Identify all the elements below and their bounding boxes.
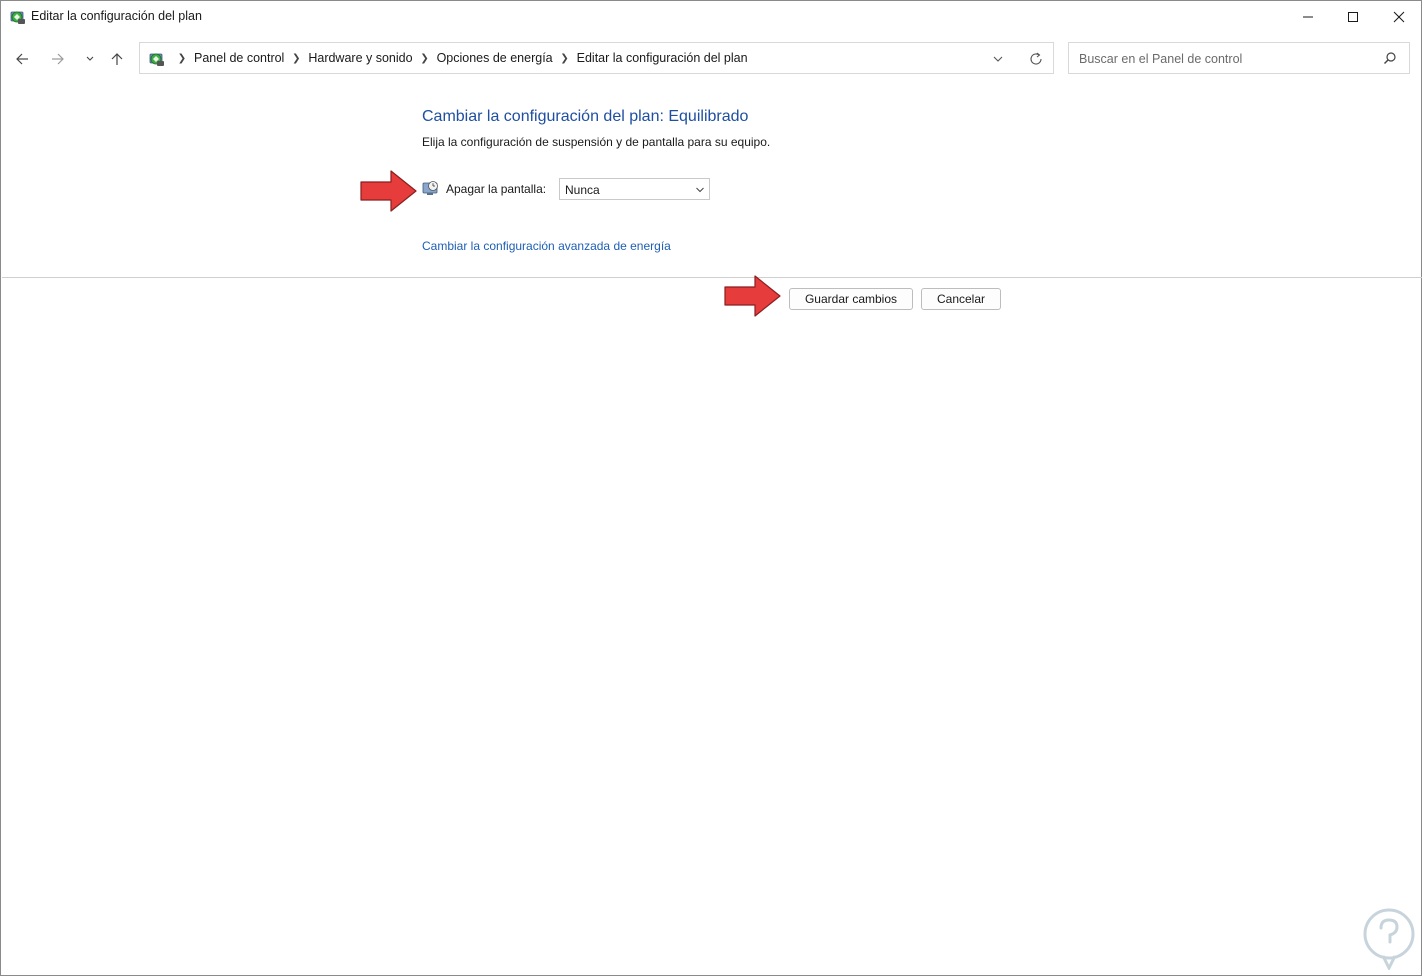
save-changes-button[interactable]: Guardar cambios [789,288,913,310]
maximize-icon [1348,11,1358,22]
display-off-value: Nunca [565,183,600,197]
advanced-power-settings-link[interactable]: Cambiar la configuración avanzada de ene… [422,239,671,253]
breadcrumb-opciones-de-energia[interactable]: Opciones de energía [437,51,553,65]
address-history-dropdown[interactable] [990,51,1006,67]
refresh-button[interactable] [1028,51,1044,67]
chevron-down-icon [696,187,704,193]
display-off-select[interactable]: Nunca [559,178,710,200]
breadcrumb-editar-plan[interactable]: Editar la configuración del plan [577,51,748,65]
control-panel-power-icon [9,8,27,26]
chevron-right-icon[interactable]: ❯ [553,53,577,64]
breadcrumb: ❯ Panel de control ❯ Hardware y sonido ❯… [170,43,748,73]
search-icon[interactable] [1383,51,1397,65]
cancel-button[interactable]: Cancelar [921,288,1001,310]
page-description: Elija la configuración de suspensión y d… [422,135,771,149]
annotation-arrow-icon [724,275,781,317]
chevron-right-icon[interactable]: ❯ [413,53,437,64]
chevron-right-icon[interactable]: ❯ [170,53,194,64]
chevron-down-icon [86,56,94,61]
search-input[interactable] [1077,47,1371,71]
divider [2,277,1422,278]
up-button[interactable] [106,48,128,70]
control-panel-power-icon [148,50,166,68]
address-bar[interactable]: ❯ Panel de control ❯ Hardware y sonido ❯… [139,42,1054,74]
display-timer-icon [422,180,439,196]
chevron-right-icon[interactable]: ❯ [284,53,308,64]
forward-button[interactable] [47,48,69,70]
navigation-bar: ❯ Panel de control ❯ Hardware y sonido ❯… [1,41,1421,77]
display-off-label: Apagar la pantalla: [446,182,547,196]
refresh-icon [1030,52,1042,65]
arrow-left-icon [16,53,28,65]
watermark-logo-icon [1363,908,1415,970]
recent-locations-button[interactable] [79,48,101,70]
window-title: Editar la configuración del plan [31,9,202,23]
breadcrumb-hardware-y-sonido[interactable]: Hardware y sonido [308,51,412,65]
window: Editar la configuración del plan ❯ Panel… [0,0,1422,976]
arrow-up-icon [111,53,123,65]
minimize-icon [1303,16,1313,17]
arrow-right-icon [52,53,64,65]
close-icon [1393,11,1405,22]
chevron-down-icon [993,56,1003,62]
back-button[interactable] [11,48,33,70]
annotation-arrow-icon [360,170,417,212]
page-title: Cambiar la configuración del plan: Equil… [422,108,749,125]
maximize-button[interactable] [1330,1,1376,32]
title-bar: Editar la configuración del plan [1,1,1421,33]
search-box[interactable] [1068,42,1410,74]
breadcrumb-panel-de-control[interactable]: Panel de control [194,51,284,65]
close-button[interactable] [1376,1,1422,32]
minimize-button[interactable] [1285,1,1331,32]
